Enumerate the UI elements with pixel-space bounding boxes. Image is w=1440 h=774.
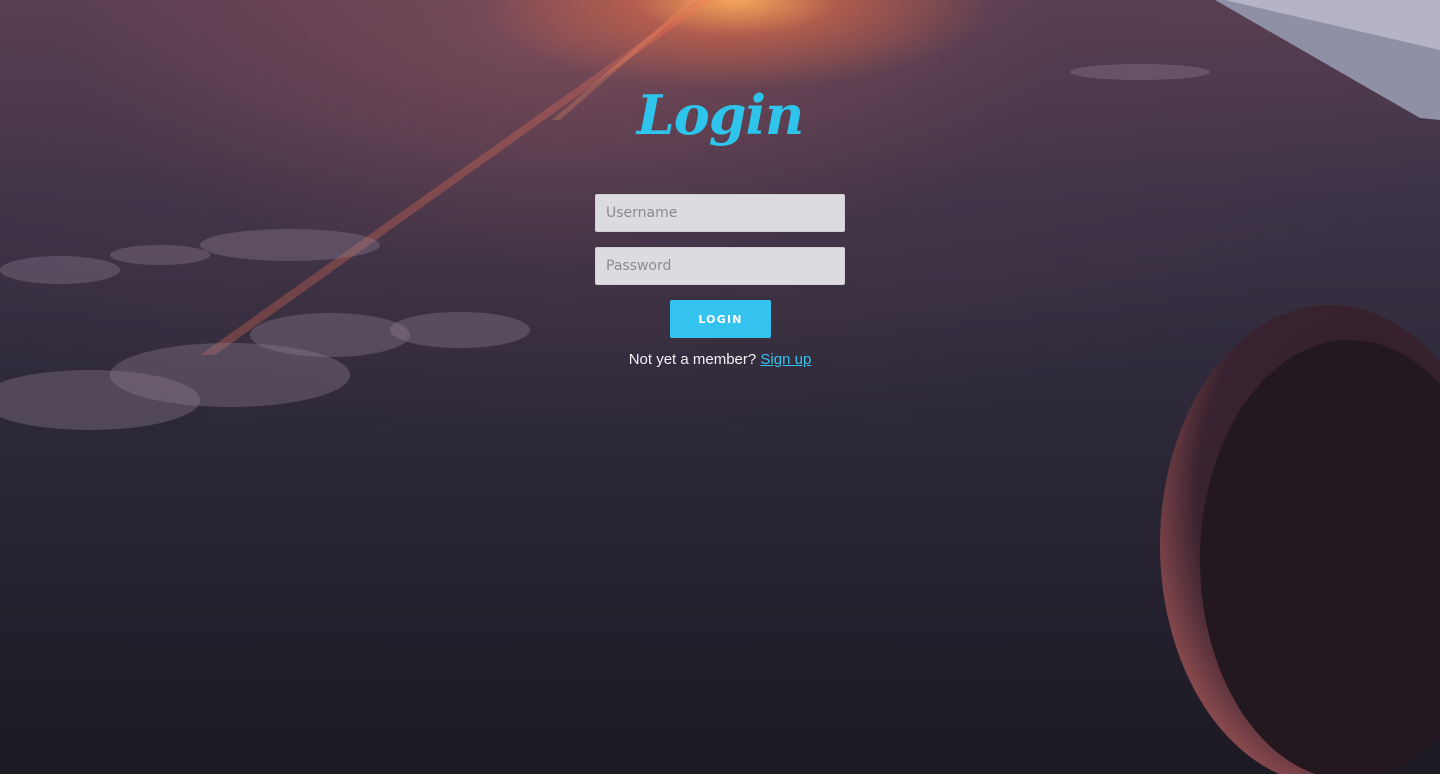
password-input[interactable] [595, 247, 845, 285]
page-title: Login [636, 83, 805, 147]
login-button[interactable]: LOGIN [670, 300, 771, 338]
signup-prompt-line: Not yet a member? Sign up [595, 350, 845, 370]
signup-prompt-text: Not yet a member? [628, 351, 757, 368]
username-input[interactable] [595, 194, 845, 232]
signup-link[interactable]: Sign up [760, 351, 811, 368]
